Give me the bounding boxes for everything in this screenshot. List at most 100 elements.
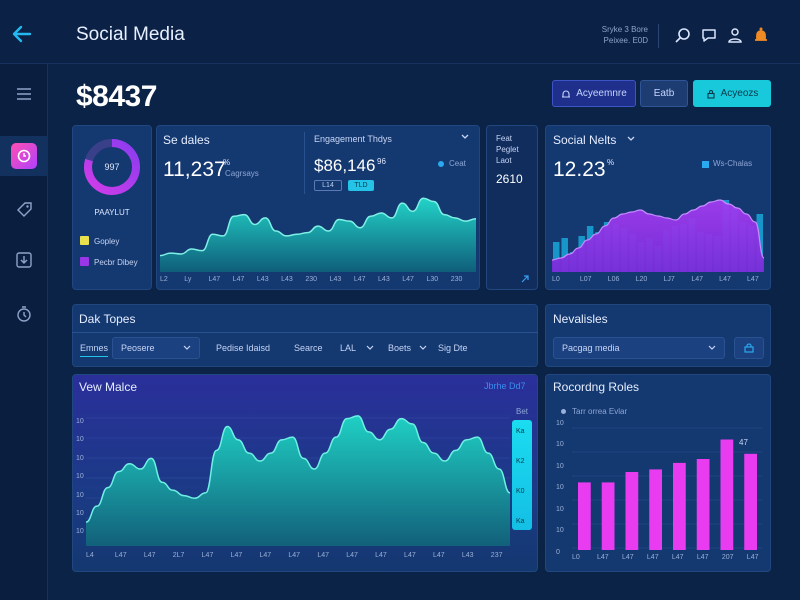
header-info: Sryke 3 Bore Peixee. E0D — [594, 24, 648, 46]
tab-active-underline — [80, 356, 108, 357]
tick-label: 10 — [76, 473, 84, 481]
sidebar-item-downloads[interactable] — [0, 240, 48, 280]
menu-icon — [17, 88, 31, 100]
tick-label: L47 — [259, 552, 272, 559]
view-area-chart — [86, 415, 510, 546]
lock-icon — [744, 343, 754, 353]
tick-label: 230 — [450, 276, 463, 283]
bar — [578, 482, 591, 550]
user-icon[interactable] — [726, 26, 744, 44]
filter-5[interactable]: Sig Dte — [438, 343, 468, 353]
tick-label: 2L7 — [172, 552, 185, 559]
recording-title: Rocordng Roles — [553, 380, 640, 394]
view-y-axis: 10 10 10 10 10 10 10 — [76, 418, 86, 538]
bar — [601, 482, 615, 550]
tick-label: L47 — [621, 554, 634, 561]
topics-select-value: Peosere — [121, 343, 155, 353]
tick-label: L47 — [232, 276, 245, 283]
tick-label: L0 — [572, 554, 580, 561]
tick-label: 10 — [556, 527, 564, 535]
social-x-axis: L0 L07 L06 L20 LJ7 L47 L47 L47 — [552, 276, 764, 286]
social-value: 12.23 — [553, 158, 606, 181]
clock-icon — [11, 143, 37, 169]
download-icon — [16, 252, 32, 268]
tick-label: L47 — [646, 554, 659, 561]
tick-label: 10 — [76, 510, 84, 517]
bar — [696, 459, 710, 550]
recording-legend: Tarr orrea Evlar — [572, 407, 628, 416]
mini-stat-labels: Feat Peglet Laot — [496, 133, 519, 166]
sidebar-item-menu[interactable] — [0, 74, 48, 114]
bar — [673, 462, 686, 550]
tick-label: L47 — [317, 552, 329, 559]
notification-icon[interactable] — [752, 26, 770, 44]
social-sup: % — [607, 158, 615, 167]
recording-bar-chart — [572, 427, 762, 550]
tick-label: 207 — [721, 554, 734, 561]
tick-label: 10 — [76, 491, 84, 499]
balance-amount: $8437 — [76, 80, 157, 113]
engagement-divider — [304, 132, 305, 194]
sales-title: Se dales — [163, 133, 210, 147]
chat-icon[interactable] — [700, 26, 718, 44]
donut-center-value: 997 — [104, 162, 120, 172]
tick-label: L06 — [607, 276, 620, 283]
sidebar-item-activity[interactable] — [0, 136, 48, 176]
view-title: Vew Malce — [79, 380, 138, 394]
filter-2[interactable]: Searce — [294, 343, 323, 353]
chevron-down-icon[interactable] — [460, 133, 470, 141]
tick-label: 10 — [76, 528, 84, 536]
tick-label: 10 — [556, 420, 564, 427]
chevron-down-icon[interactable] — [626, 135, 636, 143]
filter-3[interactable]: LAL — [340, 343, 356, 353]
apply-button[interactable]: Acyeozs — [693, 80, 771, 107]
tick-label: L47 — [114, 552, 127, 559]
search-icon[interactable] — [674, 26, 692, 44]
sales-value: 11,237 — [163, 158, 226, 181]
chevron-down-icon — [708, 345, 716, 350]
newsletters-select[interactable]: Pacgag media — [553, 337, 725, 359]
tick-label: L07 — [579, 276, 592, 283]
mini-stat-value: 2610 — [496, 172, 523, 186]
view-right-label: Bet — [516, 407, 529, 416]
legend-swatch-purple — [80, 257, 89, 266]
tick-label: L43 — [281, 276, 293, 283]
announcements-button[interactable]: Acyeemnre — [552, 80, 636, 107]
tick-label: L43 — [256, 276, 269, 283]
chevron-down-icon[interactable] — [366, 345, 374, 351]
social-title: Social Nelts — [553, 133, 617, 147]
filter-1[interactable]: Pedise Idaisd — [216, 343, 270, 353]
sidebar-item-timer[interactable] — [0, 294, 48, 334]
social-legend-swatch — [702, 161, 709, 168]
newsletters-action-button[interactable] — [734, 337, 764, 359]
engagement-legend-dot — [438, 161, 444, 167]
bar — [744, 453, 757, 550]
tick-label: L47 — [288, 552, 301, 559]
scroll-label: K2 — [516, 458, 525, 465]
view-x-axis: L4 L47 L47 2L7 L47 L47 L47 L47 L47 L47 L47 L47 L47 L4… — [86, 552, 526, 562]
view-scroll-labels: Ka K2 K0 Ka — [512, 420, 532, 530]
corner-arrow-icon[interactable] — [520, 274, 530, 284]
tick-label: 10 — [76, 436, 84, 444]
newsletters-title: Nevalisles — [553, 312, 608, 326]
scroll-label: K0 — [516, 488, 525, 495]
chevron-down-icon — [183, 345, 191, 350]
tick-label: Ly — [184, 276, 192, 283]
tick-label: L47 — [596, 554, 609, 561]
filter-4[interactable]: Boets — [388, 343, 411, 353]
view-link[interactable]: Jbrhe Dd7 — [484, 381, 526, 391]
back-arrow-icon[interactable] — [8, 20, 36, 48]
chevron-down-icon[interactable] — [419, 345, 427, 351]
tick-label: 0 — [556, 548, 560, 556]
topics-select[interactable]: Peosere — [112, 337, 200, 359]
tick-label: 10 — [556, 505, 564, 513]
scroll-label: Ka — [516, 518, 525, 525]
tab-emnes[interactable]: Emnes — [80, 343, 108, 353]
edit-button[interactable]: Eatb — [640, 80, 688, 107]
donut-label: PAAYLUT — [94, 208, 130, 217]
tick-label: L30 — [426, 276, 439, 283]
tick-label: L47 — [201, 552, 214, 559]
tick-label: 10 — [76, 454, 84, 462]
mini-stat-line2: Peglet — [496, 145, 519, 154]
sidebar-item-tags[interactable] — [0, 190, 48, 230]
